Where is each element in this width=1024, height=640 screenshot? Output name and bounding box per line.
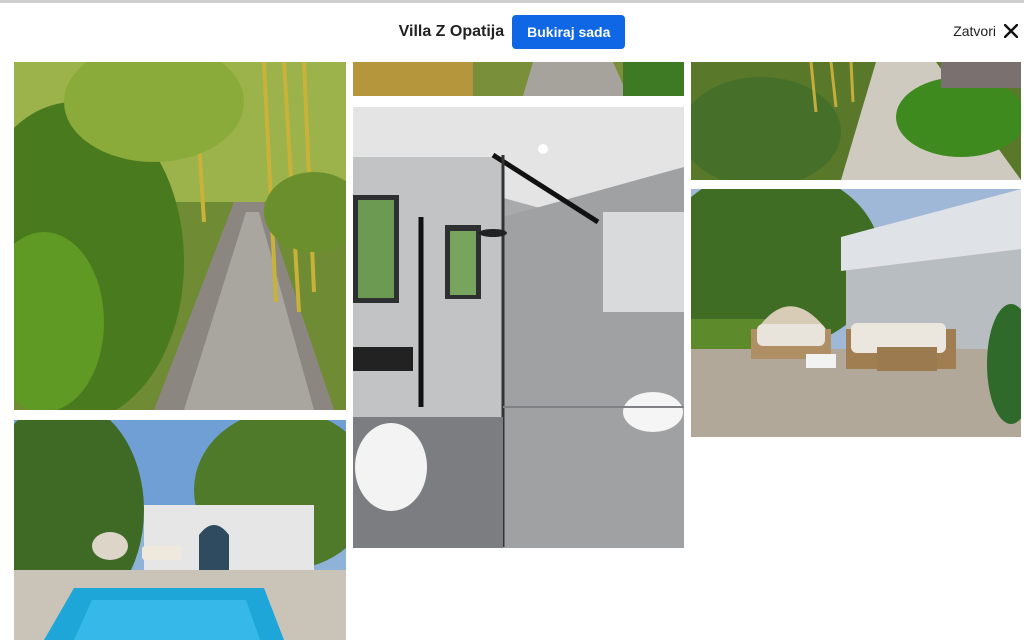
- gallery-header: Villa Z Opatija Bukiraj sada Zatvori: [0, 3, 1024, 61]
- close-button[interactable]: Zatvori: [953, 23, 1018, 39]
- book-now-button[interactable]: Bukiraj sada: [512, 15, 626, 49]
- patio-lounge-photo[interactable]: [691, 189, 1021, 437]
- bathroom-photo[interactable]: [353, 107, 684, 548]
- close-icon: [1004, 24, 1018, 38]
- path-strip-photo[interactable]: [353, 62, 684, 96]
- garden-path-photo[interactable]: [14, 62, 346, 410]
- close-label: Zatvori: [953, 23, 996, 39]
- garden-terrace-photo[interactable]: [691, 62, 1021, 180]
- page-title: Villa Z Opatija: [398, 23, 505, 40]
- pool-house-photo[interactable]: [14, 420, 346, 640]
